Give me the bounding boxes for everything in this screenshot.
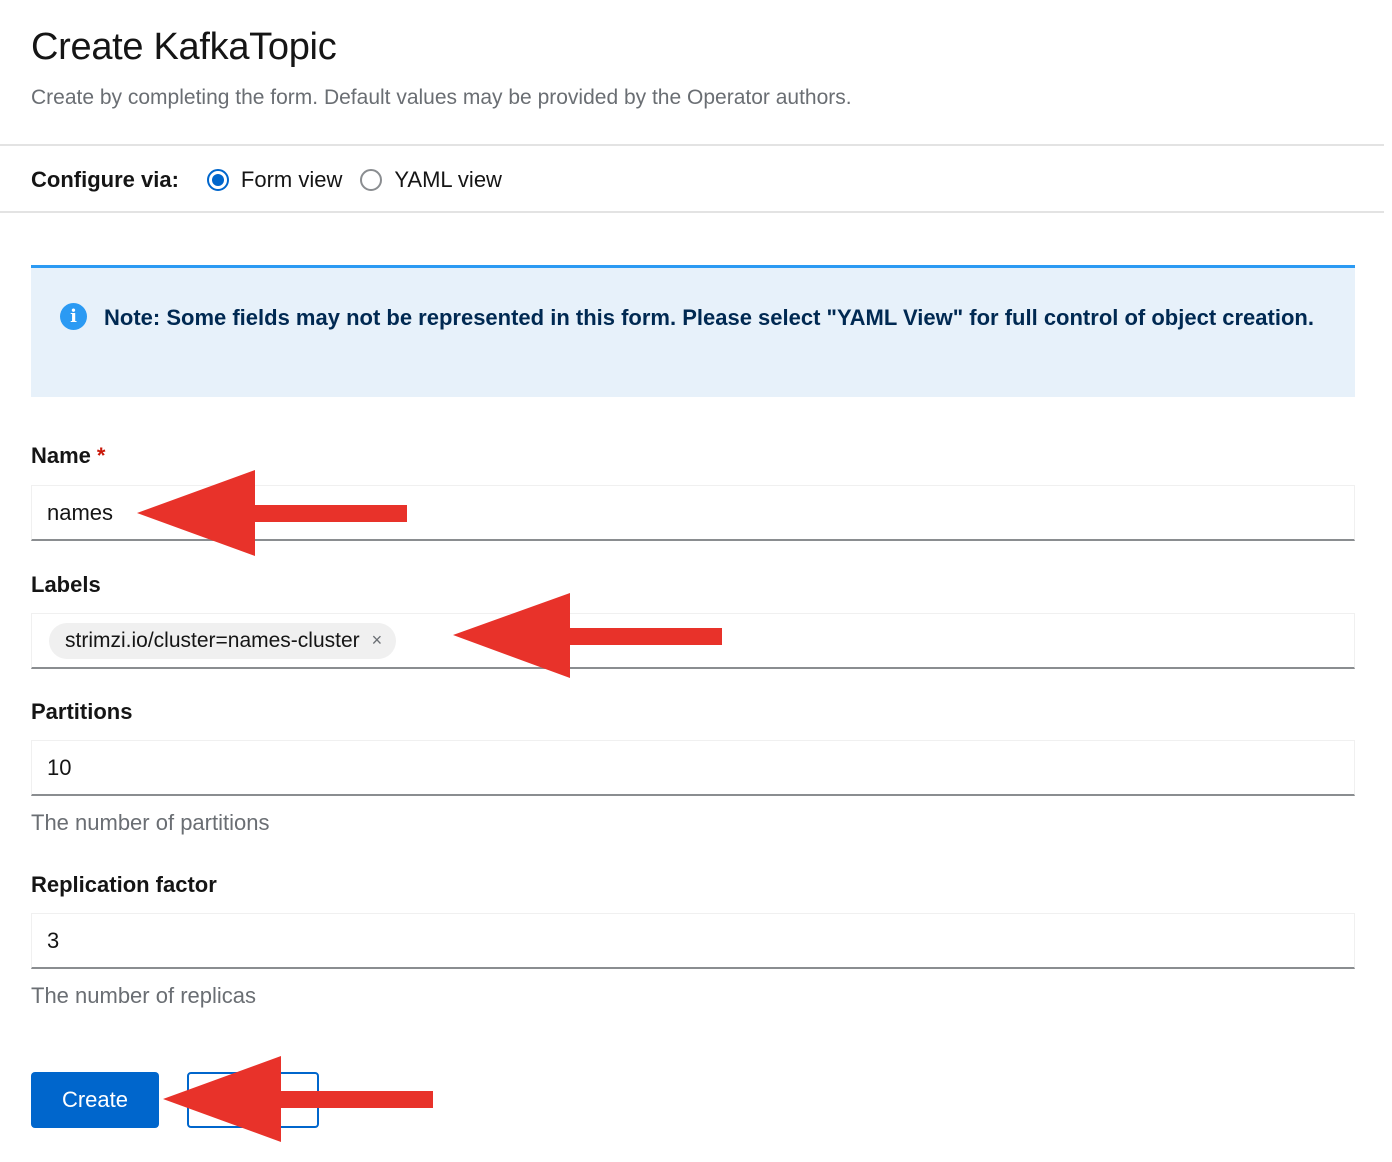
partitions-input-value: 10 <box>47 754 72 780</box>
yaml-view-radio[interactable] <box>360 169 383 191</box>
alert-message: Note: Some fields may not be represented… <box>104 305 1314 330</box>
replication-factor-input[interactable]: 3 <box>31 913 1355 969</box>
create-button[interactable]: Create <box>31 1072 159 1128</box>
replication-factor-label: Replication factor <box>31 872 217 897</box>
info-alert: i Note: Some fields may not be represent… <box>31 265 1355 397</box>
label-chip-text: strimzi.io/cluster=names-cluster <box>65 628 360 652</box>
name-input[interactable]: names <box>31 485 1355 541</box>
cancel-button[interactable] <box>187 1072 319 1128</box>
partitions-helper-text: The number of partitions <box>31 810 270 835</box>
label-chip: strimzi.io/cluster=names-cluster × <box>49 622 397 659</box>
labels-label: Labels <box>31 572 101 597</box>
name-label: Name * <box>31 443 105 469</box>
page-title: Create KafkaTopic <box>31 26 337 68</box>
configure-via-label: Configure via: <box>31 167 179 192</box>
replication-helper-text: The number of replicas <box>31 983 256 1008</box>
create-kafkatopic-page: Create KafkaTopic Create by completing t… <box>0 0 1392 1162</box>
configure-via-group: Configure via: Form view YAML view <box>31 162 520 198</box>
page-subtitle: Create by completing the form. Default v… <box>31 86 852 109</box>
partitions-input[interactable]: 10 <box>31 740 1355 796</box>
close-icon[interactable]: × <box>372 630 383 651</box>
required-marker: * <box>96 443 106 468</box>
form-view-label[interactable]: Form view <box>241 167 342 193</box>
name-input-value: names <box>47 499 114 525</box>
divider <box>0 144 1384 146</box>
partitions-label: Partitions <box>31 699 133 724</box>
yaml-view-label[interactable]: YAML view <box>394 167 502 193</box>
info-icon: i <box>60 303 87 330</box>
page-header: Create KafkaTopic <box>31 26 337 69</box>
form-view-radio[interactable] <box>206 169 229 191</box>
labels-input[interactable]: strimzi.io/cluster=names-cluster × <box>31 613 1355 669</box>
name-label-text: Name <box>31 443 91 468</box>
divider <box>0 211 1384 213</box>
replication-factor-input-value: 3 <box>47 927 60 953</box>
